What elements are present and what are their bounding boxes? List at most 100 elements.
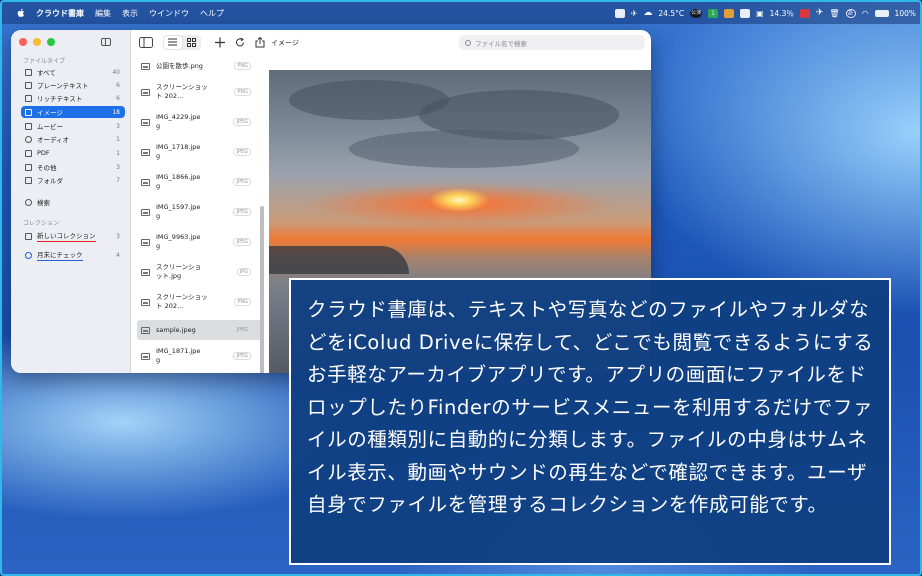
weather-temp[interactable]: 24.5°C (658, 9, 684, 18)
app-menu[interactable]: クラウド書庫 (36, 8, 84, 19)
sidebar-item-count: 18 (112, 108, 120, 116)
content-title: イメージ (271, 39, 299, 47)
sidebar-panel-icon[interactable] (139, 37, 153, 48)
file-name: IMG_1871.jpeg (156, 347, 201, 364)
sidebar-item-folder[interactable]: フォルダ 7 (21, 174, 125, 186)
memory-icon[interactable]: ▣ (756, 9, 764, 18)
file-row[interactable]: IMG_4229.jpeg JPEG (137, 112, 263, 132)
image-file-icon (141, 326, 150, 334)
refresh-icon[interactable] (235, 37, 245, 48)
minimize-button[interactable] (33, 38, 41, 46)
sidebar-item-all[interactable]: すべて 40 (21, 66, 125, 78)
other-icon (25, 163, 32, 171)
file-row[interactable]: IMG_1871.jpeg JPEG (137, 346, 263, 366)
collection-item-new[interactable]: 新しいコレクション 3 (21, 230, 125, 242)
folder-icon (25, 176, 32, 184)
sidebar-item-label: 検索 (37, 199, 50, 207)
list-view-icon (168, 38, 177, 46)
wifi-icon[interactable]: ◠ (862, 9, 869, 18)
file-type-badge: JPEG (233, 148, 251, 156)
sidebar-item-richtext[interactable]: リッチテキスト 6 (21, 92, 125, 104)
file-name: IMG_4229.jpeg (156, 113, 201, 130)
search-icon (465, 39, 471, 46)
menu-view[interactable]: 表示 (122, 8, 138, 19)
airplane-icon[interactable]: ✈ (816, 8, 824, 18)
preview-land (269, 246, 409, 274)
rocket-icon[interactable]: ✈ (631, 9, 638, 18)
menu-edit[interactable]: 編集 (95, 8, 111, 19)
zoom-button[interactable] (47, 38, 55, 46)
file-row[interactable]: IMG_1866.jpeg JPEG (137, 172, 263, 192)
apple-logo-icon[interactable] (16, 8, 26, 18)
sidebar-item-image[interactable]: イメージ 18 (21, 106, 125, 118)
trash-icon[interactable]: 🗑 (829, 9, 839, 18)
file-list: 公園を散歩.png PNG スクリーンショット 202… PNG IMG_422… (131, 56, 269, 373)
sidebar-item-plaintext[interactable]: プレーンテキスト 6 (21, 79, 125, 91)
clock-badge-icon[interactable]: 公演 (690, 8, 703, 18)
sidebar-item-other[interactable]: その他 3 (21, 161, 125, 173)
sidebar-item-count: 1 (116, 149, 120, 157)
sidebar-item-search[interactable]: 検索 (21, 196, 125, 208)
menu-window[interactable]: ウインドウ (149, 8, 189, 19)
file-row[interactable]: IMG_1597.jpeg JPEG (137, 202, 263, 222)
input-mode-icon[interactable]: あ (845, 8, 856, 18)
image-file-icon (141, 62, 150, 70)
menu-help[interactable]: ヘルプ (200, 8, 224, 19)
file-type-badge: PNG (234, 62, 251, 70)
sidebar-item-audio[interactable]: オーディオ 1 (21, 133, 125, 145)
collection-label: 新しいコレクション (37, 232, 96, 242)
collection-item-month-end[interactable]: 月末にチェック 4 (21, 249, 125, 261)
section-title-filetype: ファイルタイプ (23, 58, 66, 65)
file-row-selected[interactable]: sample.jpeg JPEG (137, 320, 263, 340)
file-row[interactable]: スクリーンショット 202… PNG (137, 292, 263, 312)
sidebar-item-label: オーディオ (37, 136, 70, 144)
window-controls (19, 38, 55, 46)
sidebar-item-label: イメージ (37, 109, 63, 117)
battery-pct[interactable]: 100% (895, 9, 916, 18)
calendar-icon[interactable] (740, 8, 751, 18)
sidebar-item-count: 6 (116, 81, 120, 89)
calendar-badge[interactable]: 1 (708, 8, 719, 18)
add-icon[interactable] (215, 37, 225, 48)
grid-view-icon[interactable] (187, 38, 196, 47)
richtext-icon (25, 94, 32, 102)
share-icon[interactable] (255, 37, 265, 48)
cloud-icon[interactable]: ☁ (643, 8, 652, 18)
sidebar-item-label: ムービー (37, 123, 63, 131)
heart-icon (25, 251, 32, 259)
sidebar-item-pdf[interactable]: PDF 1 (21, 147, 125, 159)
menu-bar: クラウド書庫 編集 表示 ウインドウ ヘルプ ✈ ☁ 24.5°C 公演 1 ▣… (2, 2, 920, 24)
file-name: スクリーンショット 202… (156, 293, 208, 310)
battery-icon[interactable] (874, 9, 889, 17)
image-file-icon (141, 178, 150, 186)
doc-icon (25, 81, 32, 89)
sidebar-item-count: 7 (116, 176, 120, 184)
memory-pct[interactable]: 14.3％ (770, 8, 794, 19)
sidebar-item-label: リッチテキスト (37, 95, 83, 103)
collection-count: 3 (116, 232, 120, 240)
display-icon[interactable] (614, 8, 625, 18)
file-name: 公園を散歩.png (156, 61, 203, 70)
search-field[interactable]: ファイル名で検索 (459, 35, 645, 50)
sidebar-item-movie[interactable]: ムービー 3 (21, 120, 125, 132)
file-row[interactable]: スクリーンショット.jpg JPG (137, 262, 263, 282)
image-file-icon (141, 238, 150, 246)
image-file-icon (141, 352, 150, 360)
monitor-icon[interactable] (799, 8, 810, 18)
search-icon (25, 198, 32, 206)
sidebar-toggle-icon[interactable] (101, 38, 111, 46)
file-row[interactable]: IMG_1718.jpeg JPEG (137, 142, 263, 162)
tray-icon (25, 232, 32, 240)
file-name: IMG_1718.jpeg (156, 143, 201, 160)
file-row[interactable]: 公園を散歩.png PNG (137, 60, 263, 72)
file-row[interactable]: スクリーンショット 202… PNG (137, 82, 263, 102)
movie-icon (25, 122, 32, 130)
sidebar-item-label: プレーンテキスト (37, 82, 89, 90)
file-row[interactable]: IMG_9963.jpeg JPEG (137, 232, 263, 252)
notes-icon[interactable] (724, 8, 735, 18)
file-type-badge: JPEG (233, 178, 251, 186)
description-caption: クラウド書庫は、テキストや写真などのファイルやフォルダなどをiColud Dri… (289, 278, 891, 565)
sidebar-item-label: すべて (37, 69, 56, 77)
file-list-scrollbar[interactable] (260, 206, 264, 373)
close-button[interactable] (19, 38, 27, 46)
